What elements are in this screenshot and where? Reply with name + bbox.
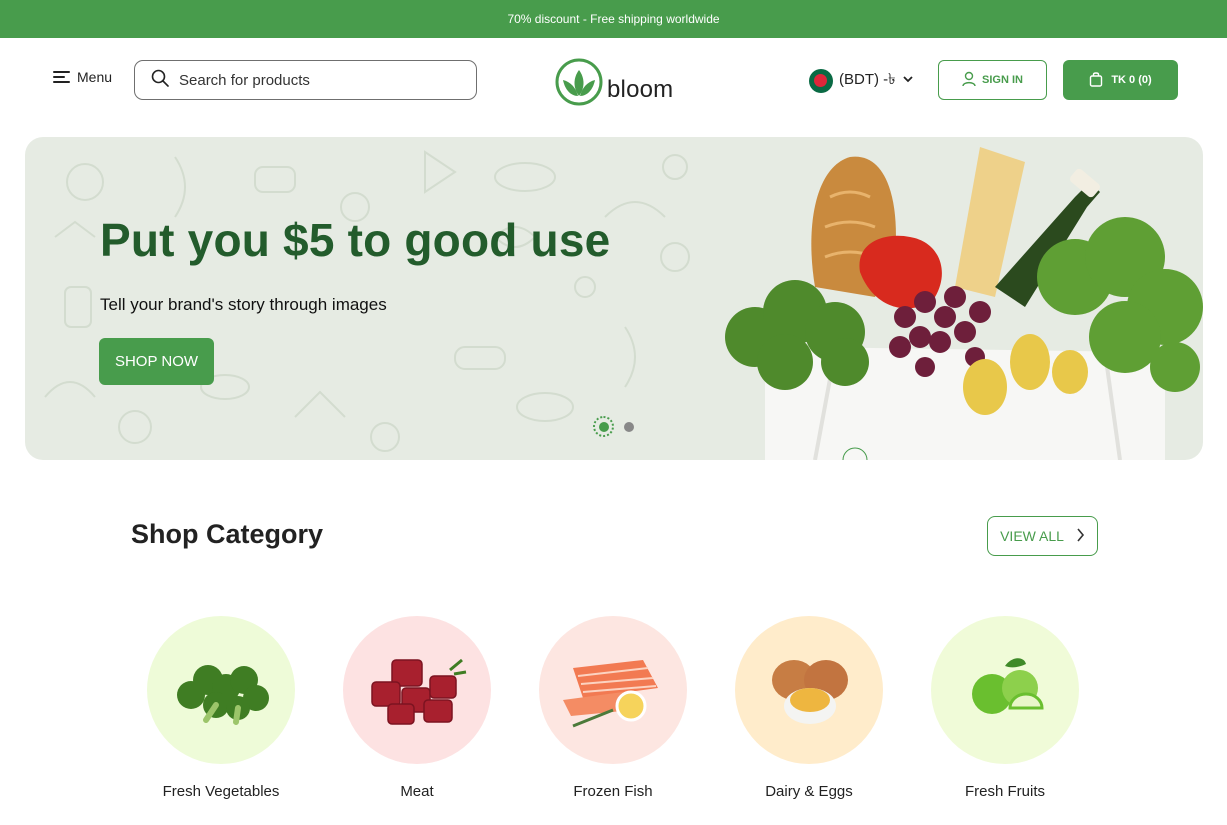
category-label: Fresh Vegetables (162, 783, 280, 800)
search-box[interactable] (134, 60, 477, 100)
category-label: Frozen Fish (573, 783, 653, 800)
meat-icon (371, 658, 467, 725)
menu-button[interactable]: Menu (53, 69, 112, 85)
view-all-label: VIEW ALL (1000, 528, 1064, 544)
chevron-down-icon (902, 72, 914, 90)
category-label: Fresh Fruits (964, 783, 1045, 800)
category-circle (147, 616, 295, 764)
logo-text: bloom (607, 75, 674, 103)
cart-label: TK 0 (0) (1111, 74, 1152, 86)
category-label: Dairy & Eggs (765, 783, 853, 800)
logo[interactable]: bloom (555, 58, 673, 111)
chevron-right-icon (1076, 527, 1085, 545)
category-fresh-vegetables[interactable]: Fresh Vegetables (147, 616, 295, 800)
category-dairy-eggs[interactable]: Dairy & Eggs (735, 616, 883, 800)
carousel-dot-2[interactable] (624, 421, 634, 432)
promo-text: 70% discount - Free shipping worldwide (507, 12, 720, 26)
promo-bar: 70% discount - Free shipping worldwide (0, 0, 1227, 38)
carousel-dots (593, 416, 634, 437)
currency-label: (BDT) -৳ (839, 71, 896, 88)
cart-button[interactable]: TK 0 (0) (1063, 60, 1178, 100)
shop-now-button[interactable]: SHOP NOW (99, 338, 214, 385)
category-fresh-fruits[interactable]: Fresh Fruits (931, 616, 1079, 800)
carousel-dot-1[interactable] (593, 416, 614, 437)
hamburger-icon (53, 70, 70, 84)
grocery-bag-image (725, 147, 1203, 460)
menu-label: Menu (77, 69, 113, 85)
shopping-bag-icon (1089, 71, 1103, 90)
category-circle (931, 616, 1079, 764)
category-meat[interactable]: Meat (343, 616, 491, 800)
category-frozen-fish[interactable]: Frozen Fish (539, 616, 687, 800)
search-input[interactable] (179, 71, 449, 89)
view-all-button[interactable]: VIEW ALL (987, 516, 1098, 556)
category-circle (343, 616, 491, 764)
hero-title: Put you $5 to good use (100, 214, 611, 266)
sign-in-label: SIGN IN (982, 74, 1023, 86)
currency-selector[interactable]: (BDT) -৳ (809, 68, 914, 93)
bangladesh-flag-icon (809, 68, 833, 93)
category-label: Meat (400, 783, 434, 800)
apple-icon (972, 658, 1044, 714)
broccoli-icon (177, 665, 269, 725)
eggs-icon (772, 660, 848, 724)
shop-category-title: Shop Category (131, 519, 324, 549)
category-circle (539, 616, 687, 764)
fish-icon (563, 660, 658, 728)
sign-in-button[interactable]: SIGN IN (938, 60, 1047, 100)
user-icon (962, 71, 976, 90)
category-circle (735, 616, 883, 764)
hero-subtitle: Tell your brand's story through images (100, 295, 387, 314)
search-icon (151, 69, 169, 92)
lotus-icon (555, 58, 603, 111)
hero-banner: Put you $5 to good use Tell your brand's… (25, 137, 1203, 460)
